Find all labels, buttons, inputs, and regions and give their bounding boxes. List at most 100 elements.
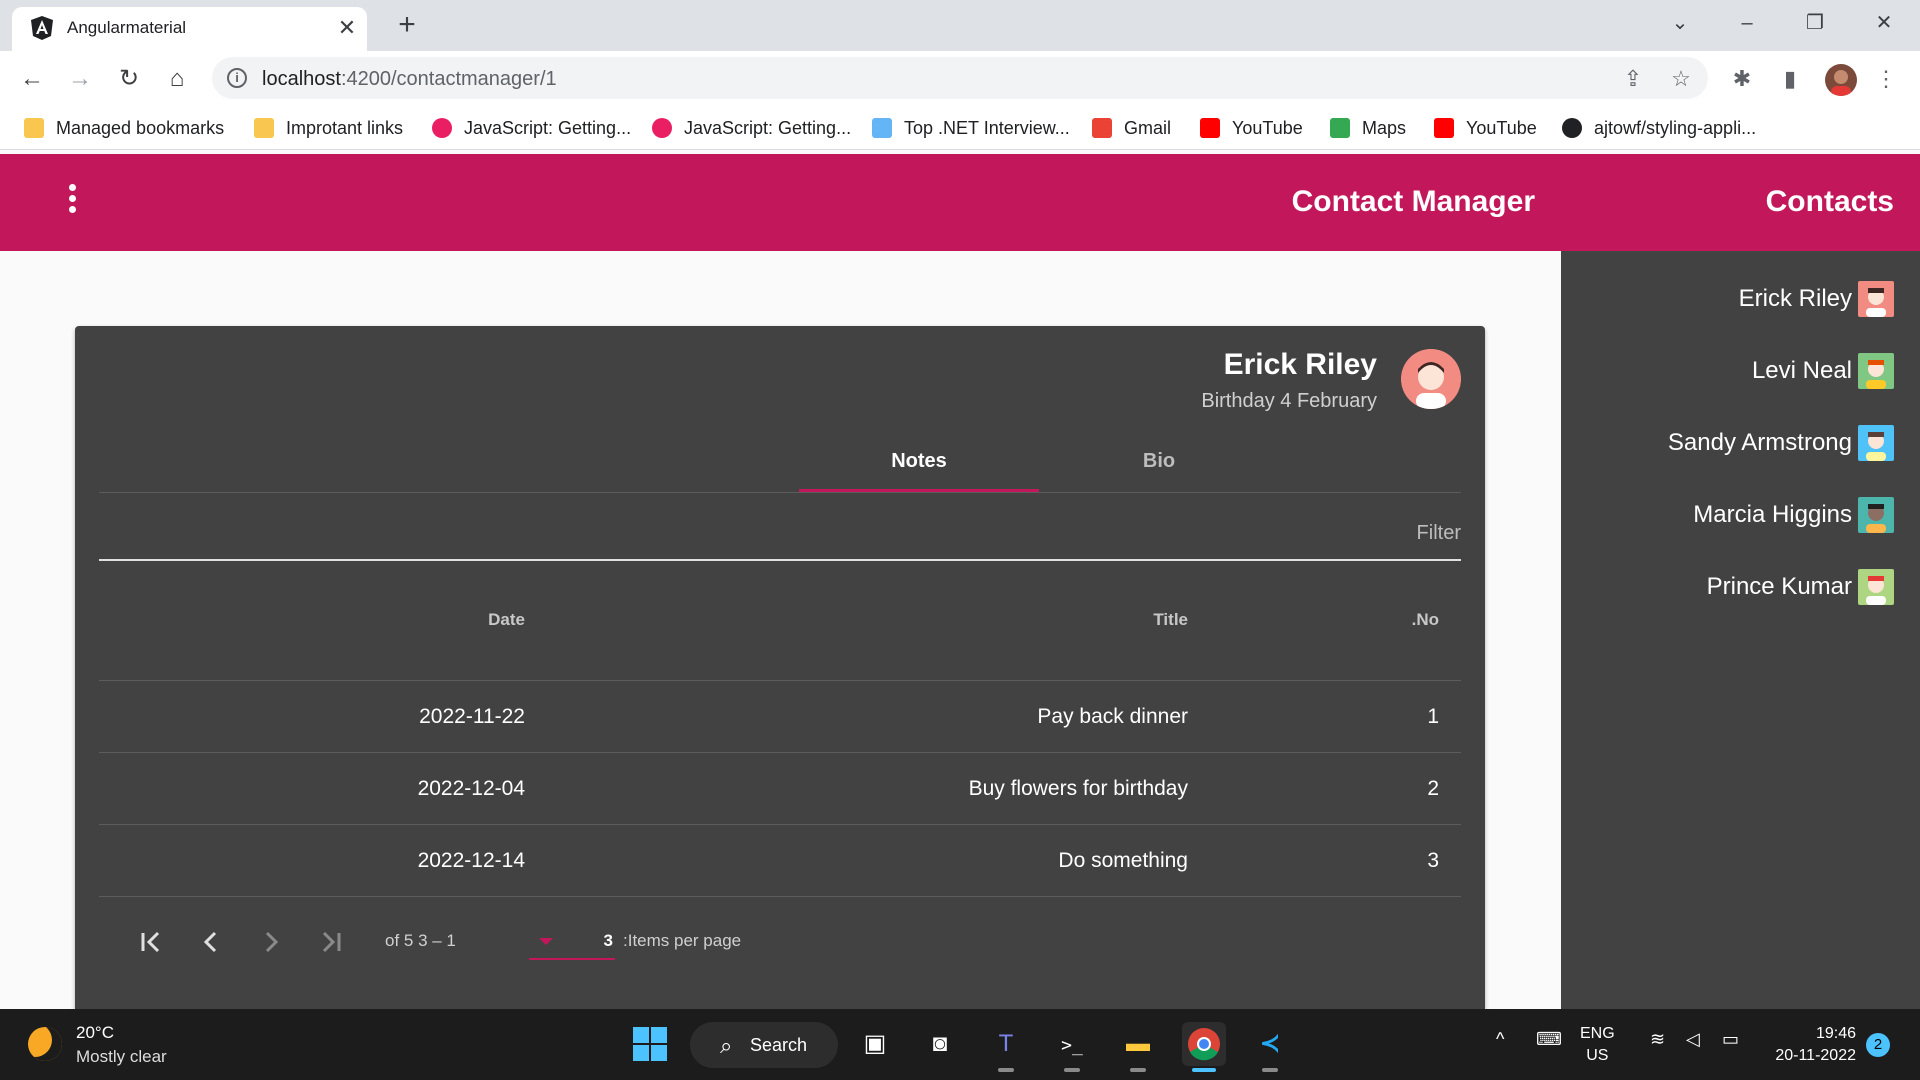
tab-notes[interactable]: Notes: [799, 430, 1039, 492]
header-no[interactable]: .No: [1412, 610, 1439, 630]
back-icon[interactable]: ←: [16, 63, 48, 95]
bookmark-youtube-2[interactable]: YouTube: [1434, 114, 1537, 142]
pluralsight-icon: [652, 118, 672, 138]
angular-logo-icon: [31, 16, 53, 40]
search-icon: ⌕: [720, 1033, 733, 1058]
keyboard-icon[interactable]: ⌨: [1536, 1029, 1562, 1050]
maps-icon: [1330, 118, 1350, 138]
last-page-icon[interactable]: [311, 922, 351, 962]
cell-title: Pay back dinner: [1037, 705, 1188, 728]
bookmark-javascript-1[interactable]: JavaScript: Getting...: [432, 114, 631, 142]
chat-icon[interactable]: ◙: [918, 1022, 962, 1066]
weather-desc[interactable]: Mostly clear: [76, 1047, 167, 1067]
folder-icon: [24, 118, 44, 138]
site-info-icon[interactable]: i: [227, 68, 247, 88]
cell-no: 3: [1427, 849, 1439, 872]
page-size-value: 3: [603, 931, 613, 950]
chrome-icon[interactable]: [1182, 1022, 1226, 1072]
table-header-row: Date Title .No: [99, 586, 1461, 681]
contact-avatar-icon: [1858, 569, 1894, 605]
contact-item[interactable]: Prince Kumar: [1707, 567, 1894, 607]
bookmark-maps[interactable]: Maps: [1330, 114, 1406, 142]
header-title[interactable]: Title: [1153, 610, 1188, 630]
cell-date: 2022-12-04: [417, 777, 525, 800]
new-tab-button[interactable]: +: [392, 10, 422, 40]
home-icon[interactable]: ⌂: [161, 63, 193, 95]
close-tab-icon[interactable]: ✕: [334, 15, 360, 41]
url-text: localhost:4200/contactmanager/1: [262, 68, 557, 90]
side-panel-icon[interactable]: ▮: [1776, 65, 1804, 93]
header-date[interactable]: Date: [488, 610, 525, 630]
share-icon[interactable]: ⇪: [1620, 66, 1646, 92]
extensions-icon[interactable]: ✱: [1728, 65, 1756, 93]
contact-avatar-icon: [1401, 349, 1461, 409]
bookmark-managed[interactable]: Managed bookmarks: [24, 114, 224, 142]
battery-icon[interactable]: ▭: [1722, 1029, 1739, 1050]
reload-icon[interactable]: ↻: [113, 63, 145, 95]
bookmark-javascript-2[interactable]: JavaScript: Getting...: [652, 114, 851, 142]
filter-input[interactable]: Filter: [99, 498, 1461, 561]
notes-table: Date Title .No 2022-11-22 Pay back dinne…: [99, 586, 1461, 897]
profile-avatar[interactable]: [1825, 64, 1857, 96]
browser-menu-icon[interactable]: ⋮: [1872, 65, 1900, 93]
contact-item[interactable]: Erick Riley: [1739, 279, 1894, 319]
previous-page-icon[interactable]: [191, 922, 231, 962]
language-indicator[interactable]: ENG US: [1580, 1023, 1615, 1067]
lang-line2: US: [1586, 1047, 1609, 1064]
github-icon: [1562, 118, 1582, 138]
close-window-button[interactable]: ✕: [1864, 8, 1904, 38]
terminal-icon[interactable]: >_: [1050, 1022, 1094, 1072]
minimize-button[interactable]: –: [1727, 8, 1767, 38]
first-page-icon[interactable]: [131, 922, 171, 962]
cell-no: 2: [1427, 777, 1439, 800]
address-bar[interactable]: i localhost:4200/contactmanager/1 ⇪ ☆: [212, 57, 1708, 99]
table-row: 2022-12-14 Do something 3: [99, 825, 1461, 897]
weather-temp[interactable]: 20°C: [76, 1023, 114, 1043]
show-hidden-icons[interactable]: ^: [1496, 1029, 1504, 1050]
volume-icon[interactable]: ◁: [1686, 1029, 1700, 1050]
more-vert-icon[interactable]: [62, 184, 82, 220]
taskbar-search[interactable]: ⌕ Search: [690, 1022, 838, 1068]
tab-bio[interactable]: Bio: [1039, 430, 1279, 492]
sidenav-title: Contacts: [1765, 185, 1894, 218]
browser-tabstrip: Angularmaterial ✕ + ⌄ – ❐ ✕: [0, 0, 1920, 51]
weather-moon-icon[interactable]: [28, 1027, 62, 1061]
contact-card: Erick Riley Birthday 4 February Notes Bi…: [75, 326, 1485, 1009]
teams-icon[interactable]: T: [984, 1022, 1028, 1072]
bookmark-star-icon[interactable]: ☆: [1668, 66, 1694, 92]
bookmark-important-links[interactable]: Improtant links: [254, 114, 403, 142]
contact-item[interactable]: Levi Neal: [1752, 351, 1894, 391]
forward-icon[interactable]: →: [64, 63, 96, 95]
cell-date: 2022-11-22: [419, 705, 525, 728]
bookmark-dotnet-interview[interactable]: Top .NET Interview...: [872, 114, 1070, 142]
contact-item[interactable]: Marcia Higgins: [1693, 495, 1894, 535]
wifi-icon[interactable]: ≋: [1650, 1029, 1665, 1050]
clock-date: 20-11-2022: [1775, 1047, 1856, 1064]
next-page-icon[interactable]: [251, 922, 291, 962]
contacts-sidenav: Contacts Erick Riley Levi Neal Sandy Arm…: [1561, 154, 1920, 1009]
file-explorer-icon[interactable]: ▬: [1116, 1022, 1160, 1072]
restore-button[interactable]: ❐: [1795, 8, 1835, 38]
bookmark-youtube-1[interactable]: YouTube: [1200, 114, 1303, 142]
range-label: of 5 3 – 1: [385, 931, 456, 950]
browser-toolbar: ← → ↻ ⌂ i localhost:4200/contactmanager/…: [0, 51, 1920, 106]
app-title: Contact Manager: [1291, 185, 1535, 218]
contact-item[interactable]: Sandy Armstrong: [1668, 423, 1894, 463]
start-icon[interactable]: [628, 1022, 672, 1066]
vscode-icon[interactable]: ≺: [1248, 1022, 1292, 1072]
folder-icon: [254, 118, 274, 138]
tab-search-icon[interactable]: ⌄: [1660, 8, 1700, 38]
items-per-page-label: :Items per page: [623, 931, 742, 950]
contact-name: Sandy Armstrong: [1667, 429, 1852, 456]
notification-badge[interactable]: 2: [1866, 1033, 1890, 1057]
clock-time: 19:46: [1815, 1025, 1856, 1042]
bookmark-gmail[interactable]: Gmail: [1092, 114, 1171, 142]
page-size-select[interactable]: 3: [529, 924, 615, 960]
tab-ink-bar: [799, 489, 1039, 492]
contact-name: Erick Riley: [1738, 285, 1852, 312]
cell-title: Do something: [1058, 849, 1188, 872]
bookmark-github[interactable]: ajtowf/styling-appli...: [1562, 114, 1756, 142]
task-view-icon[interactable]: ▣: [853, 1022, 897, 1066]
browser-tab[interactable]: Angularmaterial ✕: [12, 7, 367, 51]
clock[interactable]: 19:46 20-11-2022: [1775, 1023, 1856, 1067]
